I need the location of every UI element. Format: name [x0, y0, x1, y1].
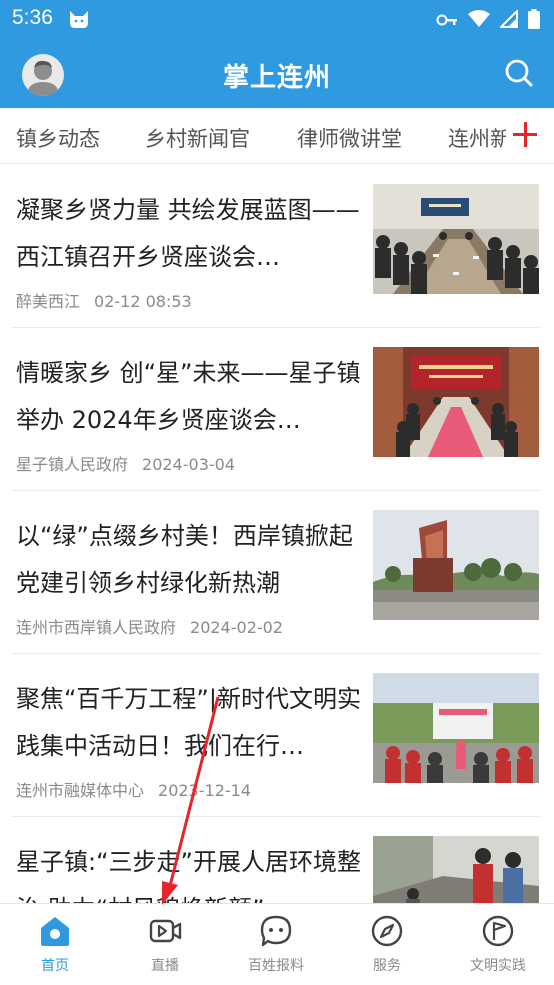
news-source: 连州市西岸镇人民政府 — [16, 618, 177, 637]
nav-live[interactable]: 直播 — [110, 904, 220, 985]
news-item[interactable]: 聚焦“百千万工程”|新时代文明实践集中活动日！我们在行… 连州市融媒体中心 202… — [12, 654, 542, 817]
app-title: 掌上连州 — [222, 63, 331, 93]
home-icon — [38, 914, 72, 948]
news-title: 情暖家乡 创“星”未来——星子镇举办 2024年乡贤座谈会… — [16, 359, 361, 434]
news-title: 以“绿”点缀乡村美！西岸镇掀起党建引领乡村绿化新热潮 — [16, 522, 353, 597]
nav-label: 服务 — [373, 958, 401, 974]
news-title: 凝聚乡贤力量 共绘发展蓝图——西江镇召开乡贤座谈会… — [16, 196, 360, 271]
news-thumbnail — [373, 673, 539, 783]
nav-citizen-report[interactable]: 百姓报料 — [221, 904, 331, 985]
nav-services[interactable]: 服务 — [332, 904, 442, 985]
news-thumbnail — [373, 347, 539, 457]
news-source: 星子镇人民政府 — [16, 455, 129, 474]
nav-label: 百姓报料 — [248, 958, 304, 974]
news-meta: 连州市西岸镇人民政府 2024-02-02 — [16, 614, 283, 638]
flag-badge-icon — [481, 914, 515, 948]
cat-notification-icon — [68, 9, 90, 33]
tab-lawyer-lecture[interactable]: 律师微讲堂 — [297, 123, 402, 153]
news-item[interactable]: 凝聚乡贤力量 共绘发展蓝图——西江镇召开乡贤座谈会… 醉美西江 02-12 08:… — [12, 165, 542, 328]
nav-label: 直播 — [151, 958, 179, 974]
nav-label: 首页 — [41, 958, 69, 974]
news-title: 星子镇:“三步走”开展人居环境整治 助力“村风貌焕新颜” — [16, 848, 361, 903]
battery-icon — [528, 9, 540, 33]
news-item[interactable]: 星子镇:“三步走”开展人居环境整治 助力“村风貌焕新颜” — [12, 817, 542, 903]
bottom-nav: 首页 直播 百姓报料 服务 文明实践 — [0, 903, 554, 984]
nav-home[interactable]: 首页 — [0, 904, 110, 985]
tab-village-news-officer[interactable]: 乡村新闻官 — [145, 123, 250, 153]
news-meta: 醉美西江 02-12 08:53 — [16, 288, 192, 312]
news-title: 聚焦“百千万工程”|新时代文明实践集中活动日！我们在行… — [16, 685, 361, 760]
live-video-icon — [148, 914, 182, 948]
app-header: 掌上连州 — [0, 38, 554, 108]
news-thumbnail — [373, 184, 539, 294]
news-item[interactable]: 以“绿”点缀乡村美！西岸镇掀起党建引领乡村绿化新热潮 连州市西岸镇人民政府 202… — [12, 491, 542, 654]
status-bar: 5:36 — [0, 0, 554, 38]
news-time: 2024-03-04 — [142, 455, 235, 474]
news-thumbnail — [373, 836, 539, 903]
tab-lianzhou-news[interactable]: 连州新 — [448, 123, 511, 153]
news-item[interactable]: 情暖家乡 创“星”未来——星子镇举办 2024年乡贤座谈会… 星子镇人民政府 20… — [12, 328, 542, 491]
status-time: 5:36 — [12, 6, 53, 29]
news-thumbnail — [373, 510, 539, 620]
nav-civilization-practice[interactable]: 文明实践 — [443, 904, 553, 985]
news-time: 2023-12-14 — [158, 781, 251, 800]
news-time: 02-12 08:53 — [94, 292, 192, 311]
status-icons — [436, 8, 540, 33]
news-source: 醉美西江 — [16, 292, 81, 311]
category-tabs: 镇乡动态 乡村新闻官 律师微讲堂 连州新 — [0, 108, 554, 164]
chat-bubble-icon — [259, 914, 293, 948]
compass-icon — [370, 914, 404, 948]
search-icon[interactable] — [504, 58, 534, 92]
key-icon — [436, 12, 458, 31]
add-tab-icon[interactable] — [506, 114, 546, 154]
nav-label: 文明实践 — [470, 958, 526, 974]
news-meta: 星子镇人民政府 2024-03-04 — [16, 451, 235, 475]
news-feed: 凝聚乡贤力量 共绘发展蓝图——西江镇召开乡贤座谈会… 醉美西江 02-12 08:… — [0, 165, 554, 903]
signal-icon — [498, 8, 518, 32]
news-source: 连州市融媒体中心 — [16, 781, 145, 800]
tab-town-news[interactable]: 镇乡动态 — [16, 123, 100, 153]
news-meta: 连州市融媒体中心 2023-12-14 — [16, 777, 251, 801]
wifi-icon — [468, 10, 490, 32]
news-time: 2024-02-02 — [190, 618, 283, 637]
